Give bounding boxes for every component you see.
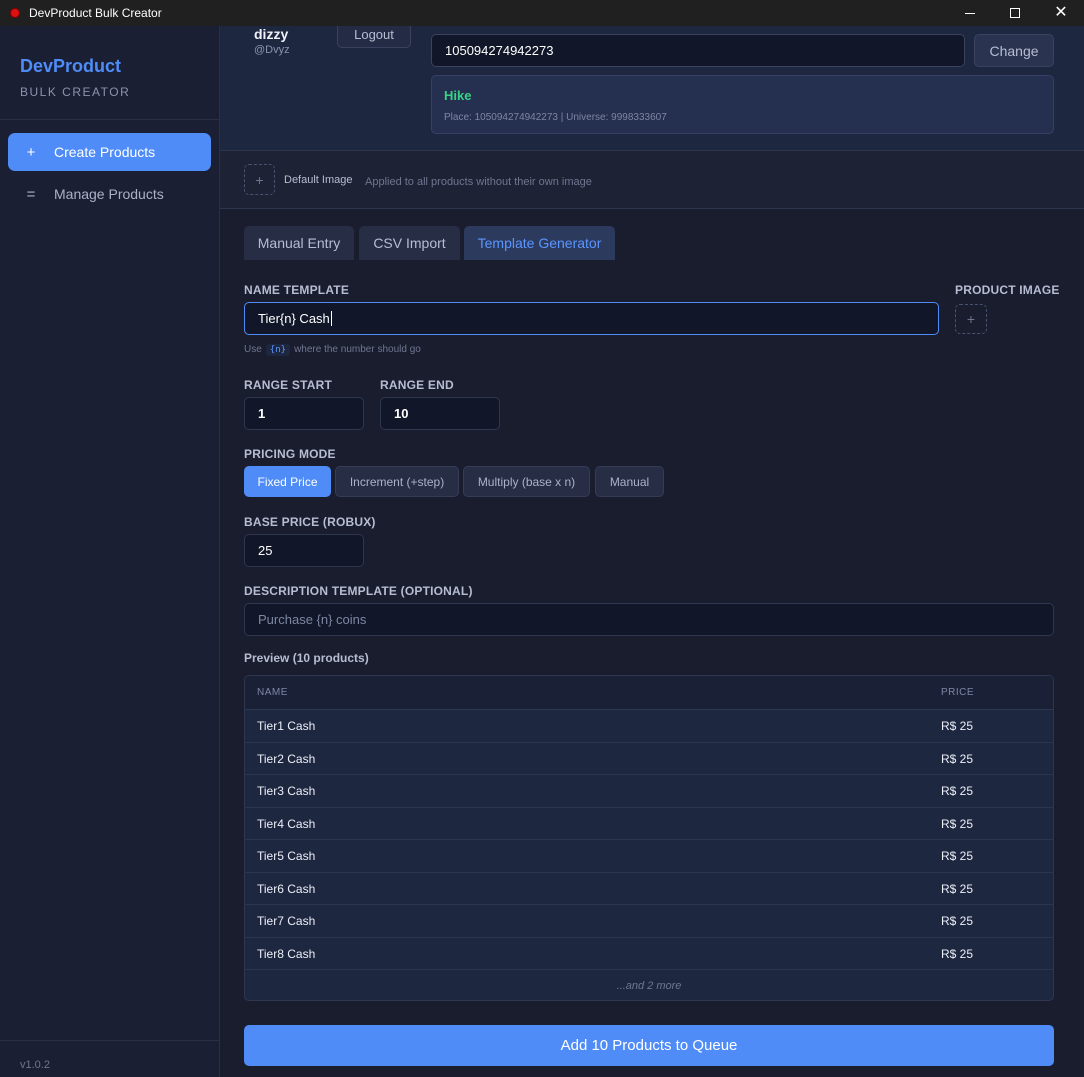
pricing-mode-label: PRICING MODE (244, 447, 336, 461)
base-price-input[interactable]: 25 (244, 534, 364, 567)
app-icon (10, 8, 20, 18)
brand-name: DevProduct (20, 56, 122, 76)
default-image-hint: Applied to all products without their ow… (365, 176, 592, 188)
table-row: Tier8 Cash R$ 25 (245, 938, 1053, 970)
table-row: Tier2 Cash R$ 25 (245, 743, 1053, 775)
range-end-label: RANGE END (380, 378, 454, 392)
name-template-value: Tier{n} Cash (258, 311, 330, 326)
row-name: Tier1 Cash (257, 719, 316, 733)
sidebar-item-label: Create Products (54, 144, 156, 160)
sidebar-item-label: Manage Products (54, 186, 164, 202)
table-row: Tier5 Cash R$ 25 (245, 840, 1053, 873)
sidebar: DevProduct BULK CREATOR + Create Product… (0, 26, 220, 1077)
user-handle: @Dvyz (254, 44, 290, 56)
add-to-queue-button[interactable]: Add 10 Products to Queue (244, 1025, 1054, 1066)
brand: DevProduct BULK CREATOR (0, 26, 219, 120)
pricing-multiply-button[interactable]: Multiply (base x n) (463, 466, 590, 497)
product-image-upload[interactable]: + (955, 304, 987, 334)
row-name: Tier3 Cash (257, 784, 316, 798)
main-content: dizzy @Dvyz Logout 105094274942273 Chang… (220, 26, 1084, 1077)
column-header-name: NAME (257, 687, 288, 698)
plus-icon: + (26, 143, 36, 161)
row-price: R$ 25 (941, 849, 974, 863)
row-price: R$ 25 (941, 881, 974, 896)
table-row: Tier7 Cash R$ 25 (245, 905, 1053, 938)
account-place-section: dizzy @Dvyz Logout 105094274942273 Chang… (220, 26, 1084, 151)
hint-prefix: Use (244, 344, 262, 355)
name-template-hint: Use {n} where the number should go (244, 344, 421, 356)
close-icon: ✕ (1054, 4, 1068, 21)
row-price: R$ 25 (941, 784, 974, 798)
logout-button[interactable]: Logout (337, 26, 411, 48)
game-ids: Place: 105094274942273 | Universe: 99983… (444, 112, 667, 123)
pricing-increment-button[interactable]: Increment (+step) (335, 466, 459, 497)
version-label: v1.0.2 (0, 1040, 219, 1071)
row-name: Tier8 Cash (257, 946, 316, 961)
product-image-label: PRODUCT IMAGE (955, 283, 1060, 297)
brand-subtitle: BULK CREATOR (20, 85, 131, 99)
hint-code: {n} (265, 344, 291, 356)
default-image-upload[interactable]: + (244, 164, 275, 195)
close-button[interactable]: ✕ (1038, 0, 1084, 26)
maximize-icon (1010, 8, 1020, 18)
game-name: Hike (444, 88, 472, 103)
description-template-input[interactable]: Purchase {n} coins (244, 603, 1054, 636)
pricing-manual-button[interactable]: Manual (595, 466, 664, 497)
name-template-input[interactable]: Tier{n} Cash (244, 302, 939, 335)
row-name: Tier4 Cash (257, 816, 316, 831)
table-row: Tier6 Cash R$ 25 (245, 873, 1053, 905)
range-end-input[interactable]: 10 (380, 397, 500, 430)
row-price: R$ 25 (941, 914, 974, 928)
row-name: Tier7 Cash (257, 914, 316, 928)
range-start-input[interactable]: 1 (244, 397, 364, 430)
list-icon: = (26, 185, 36, 203)
place-id-input[interactable]: 105094274942273 (431, 34, 965, 67)
row-name: Tier2 Cash (257, 751, 316, 766)
title-bar: DevProduct Bulk Creator ✕ (0, 0, 1084, 26)
row-price: R$ 25 (941, 719, 974, 733)
table-header: NAME PRICE (245, 676, 1053, 710)
table-row: Tier3 Cash R$ 25 (245, 775, 1053, 808)
sidebar-item-manage-products[interactable]: = Manage Products (8, 175, 211, 213)
row-price: R$ 25 (941, 946, 974, 961)
row-price: R$ 25 (941, 751, 974, 766)
preview-table: NAME PRICE Tier1 Cash R$ 25 Tier2 Cash R$ … (244, 675, 1054, 1001)
row-name: Tier5 Cash (257, 849, 316, 863)
plus-icon: + (255, 171, 264, 188)
base-price-label: BASE PRICE (ROBUX) (244, 515, 376, 529)
default-image-label: Default Image (284, 174, 353, 186)
table-row: Tier4 Cash R$ 25 (245, 808, 1053, 840)
column-header-price: PRICE (941, 687, 975, 698)
game-info-card: Hike Place: 105094274942273 | Universe: … (431, 75, 1054, 134)
pricing-fixed-button[interactable]: Fixed Price (244, 466, 331, 497)
tab-csv-import[interactable]: CSV Import (359, 226, 460, 260)
tab-manual-entry[interactable]: Manual Entry (244, 226, 354, 260)
tab-template-generator[interactable]: Template Generator (464, 226, 615, 260)
preview-title: Preview (10 products) (244, 651, 369, 665)
plus-icon: + (966, 311, 976, 327)
table-row: Tier1 Cash R$ 25 (245, 710, 1053, 743)
user-name: dizzy (254, 26, 289, 42)
change-place-button[interactable]: Change (974, 34, 1054, 67)
maximize-button[interactable] (992, 0, 1038, 26)
text-caret (330, 311, 332, 326)
name-template-label: NAME TEMPLATE (244, 283, 350, 297)
row-name: Tier6 Cash (257, 881, 316, 896)
sidebar-item-create-products[interactable]: + Create Products (8, 133, 211, 171)
row-price: R$ 25 (941, 816, 974, 831)
hint-suffix: where the number should go (294, 344, 421, 355)
minimize-button[interactable] (947, 0, 993, 26)
more-rows-note: ...and 2 more (616, 979, 682, 992)
default-image-section: + Default Image Applied to all products … (220, 151, 1084, 209)
description-template-label: DESCRIPTION TEMPLATE (OPTIONAL) (244, 584, 473, 598)
range-start-label: RANGE START (244, 378, 332, 392)
window-title: DevProduct Bulk Creator (29, 6, 162, 20)
minimize-icon (965, 12, 975, 14)
